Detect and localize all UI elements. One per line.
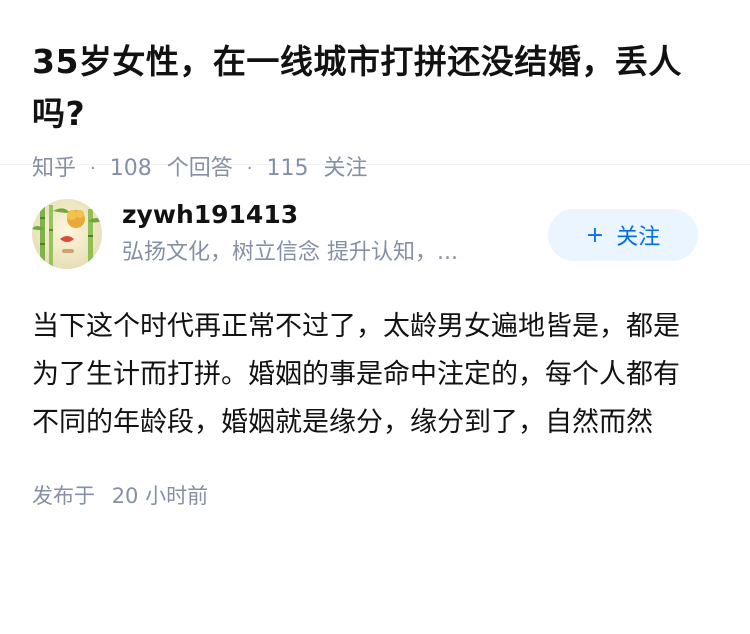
answers-count-value: 108 — [109, 156, 152, 181]
bamboo-avatar-icon — [32, 199, 102, 269]
follow-button[interactable]: + 关注 — [548, 209, 698, 261]
meta-separator: · — [246, 158, 253, 179]
answer-content[interactable]: 当下这个时代再正常不过了，太龄男女遍地皆是，都是为了生计而打拼。婚姻的事是命中注… — [32, 303, 697, 447]
follow-button-label: 关注 — [616, 225, 661, 250]
publish-time: 发布于 20 小时前 — [32, 481, 718, 511]
question-title[interactable]: 35岁女性，在一线城市打拼还没结婚，丢人吗? — [32, 36, 722, 140]
answers-count-label: 个回答 — [166, 156, 233, 181]
answers-count[interactable]: 108 个回答 — [110, 154, 233, 184]
source-label[interactable]: 知乎 — [32, 154, 76, 184]
publish-time-value: 20 小时前 — [111, 484, 209, 508]
question-header: 35岁女性，在一线城市打拼还没结婚，丢人吗? 知乎 · 108 个回答 · 11… — [0, 0, 750, 181]
answer-card: zywh191413 弘扬文化，树立信念 提升认知，... + 关注 当下这个时… — [0, 165, 750, 511]
meta-separator: · — [90, 158, 96, 179]
plus-icon: + — [585, 222, 605, 248]
author-row: zywh191413 弘扬文化，树立信念 提升认知，... + 关注 — [32, 195, 718, 273]
avatar[interactable] — [32, 199, 102, 269]
author-bio: 弘扬文化，树立信念 提升认知，... — [122, 240, 458, 265]
followers-count-label: 关注 — [323, 156, 368, 181]
followers-count[interactable]: 115 关注 — [267, 154, 368, 184]
followers-count-value: 115 — [266, 156, 309, 181]
publish-label: 发布于 — [32, 484, 95, 508]
